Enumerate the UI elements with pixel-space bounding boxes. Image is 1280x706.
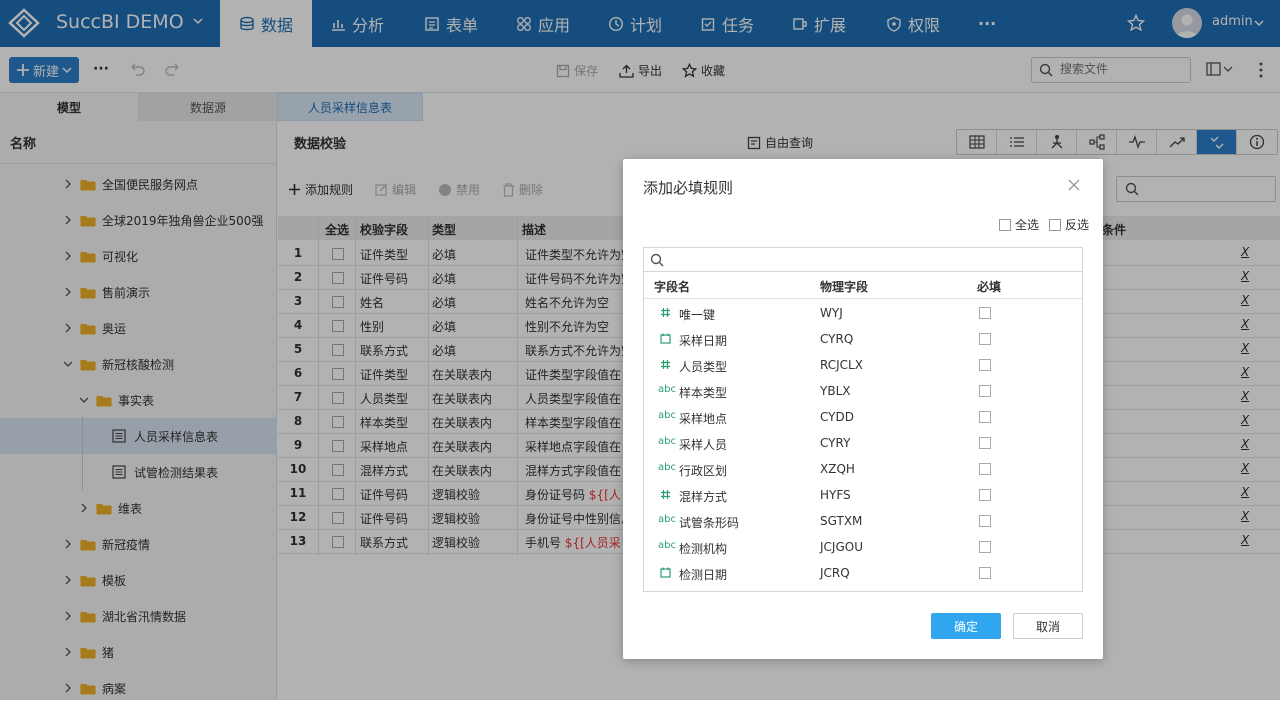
- required-checkbox[interactable]: [979, 333, 991, 345]
- required-checkbox[interactable]: [979, 567, 991, 579]
- field-row[interactable]: abc 样本类型 YBLX: [644, 378, 1082, 404]
- physical-field: SGTXM: [820, 514, 863, 528]
- required-checkbox[interactable]: [979, 541, 991, 553]
- required-checkbox[interactable]: [979, 463, 991, 475]
- text-field-icon: abc: [658, 410, 676, 421]
- required-checkbox[interactable]: [979, 385, 991, 397]
- field-row[interactable]: abc 试管条形码 SGTXM: [644, 508, 1082, 534]
- field-row[interactable]: abc 检测机构 JCJGOU: [644, 534, 1082, 560]
- field-row[interactable]: 采样日期 CYRQ: [644, 326, 1082, 352]
- ok-button[interactable]: 确定: [931, 613, 1001, 639]
- required-checkbox[interactable]: [979, 307, 991, 319]
- field-name: 检测机构: [679, 542, 728, 556]
- text-field-icon: abc: [658, 462, 676, 473]
- physical-field: YBLX: [820, 384, 851, 398]
- physical-field: JCRQ: [820, 566, 850, 580]
- add-required-rule-dialog: 添加必填规则 全选 反选 字段名 物理字段 必填 唯一键 WYJ 采样日期 CYRQ 人…: [623, 159, 1103, 659]
- text-field-icon: abc: [658, 384, 676, 395]
- field-row[interactable]: 混样方式 HYFS: [644, 482, 1082, 508]
- field-row[interactable]: 唯一键 WYJ: [644, 300, 1082, 326]
- checkbox-box: [1049, 218, 1062, 231]
- text-field-icon: abc: [658, 436, 676, 447]
- physical-field-header: 物理字段: [820, 280, 869, 294]
- physical-field: XZQH: [820, 462, 855, 476]
- field-row[interactable]: abc 采样人员 CYRY: [644, 430, 1082, 456]
- field-name: 采样人员: [679, 438, 728, 452]
- field-name: 采样日期: [679, 334, 728, 348]
- date-field-icon: [660, 567, 671, 578]
- checkbox-box: [999, 218, 1011, 231]
- field-name: 样本类型: [679, 386, 728, 400]
- cancel-button[interactable]: 取消: [1013, 613, 1083, 639]
- field-name: 人员类型: [679, 360, 728, 374]
- field-name: 检测日期: [679, 568, 728, 582]
- text-field-icon: abc: [658, 540, 676, 551]
- physical-field: CYRQ: [820, 332, 854, 346]
- field-name-header: 字段名: [654, 280, 691, 294]
- field-search-input[interactable]: [644, 248, 1082, 272]
- select-all-label: 全选: [1015, 218, 1040, 232]
- select-all-checkbox[interactable]: 全选: [999, 216, 1039, 233]
- text-field-icon: abc: [658, 514, 676, 525]
- field-name: 唯一键: [679, 308, 716, 322]
- field-row[interactable]: 人员类型 RCJCLX: [644, 352, 1082, 378]
- number-field-icon: [660, 359, 671, 370]
- required-checkbox[interactable]: [979, 437, 991, 449]
- field-row[interactable]: 检测日期 JCRQ: [644, 560, 1082, 586]
- field-row[interactable]: abc 行政区划 XZQH: [644, 456, 1082, 482]
- field-name: 采样地点: [679, 412, 728, 426]
- field-name: 行政区划: [679, 464, 728, 478]
- dialog-bulk-select: 全选 反选: [989, 216, 1089, 233]
- physical-field: JCJGOU: [820, 540, 863, 554]
- close-icon[interactable]: [1068, 179, 1080, 191]
- dialog-title: 添加必填规则: [643, 179, 734, 197]
- physical-field: RCJCLX: [820, 358, 863, 372]
- field-row[interactable]: abc 采样地点 CYDD: [644, 404, 1082, 430]
- field-name: 混样方式: [679, 490, 728, 504]
- number-field-icon: [660, 307, 671, 318]
- physical-field: CYDD: [820, 410, 854, 424]
- required-checkbox[interactable]: [979, 359, 991, 371]
- required-checkbox[interactable]: [979, 515, 991, 527]
- physical-field: WYJ: [820, 306, 843, 320]
- physical-field: CYRY: [820, 436, 851, 450]
- required-checkbox[interactable]: [979, 489, 991, 501]
- field-name: 试管条形码: [679, 516, 740, 530]
- required-checkbox[interactable]: [979, 411, 991, 423]
- invert-label: 反选: [1065, 218, 1090, 232]
- date-field-icon: [660, 333, 671, 344]
- search-icon: [650, 253, 664, 267]
- number-field-icon: [660, 489, 671, 500]
- physical-field: HYFS: [820, 488, 851, 502]
- field-list: 字段名 物理字段 必填 唯一键 WYJ 采样日期 CYRQ 人员类型 RCJCLX abc 样…: [643, 247, 1083, 592]
- required-header: 必填: [977, 280, 1002, 294]
- invert-selection-checkbox[interactable]: 反选: [1049, 216, 1089, 233]
- field-list-header: 字段名 物理字段 必填: [644, 272, 1082, 299]
